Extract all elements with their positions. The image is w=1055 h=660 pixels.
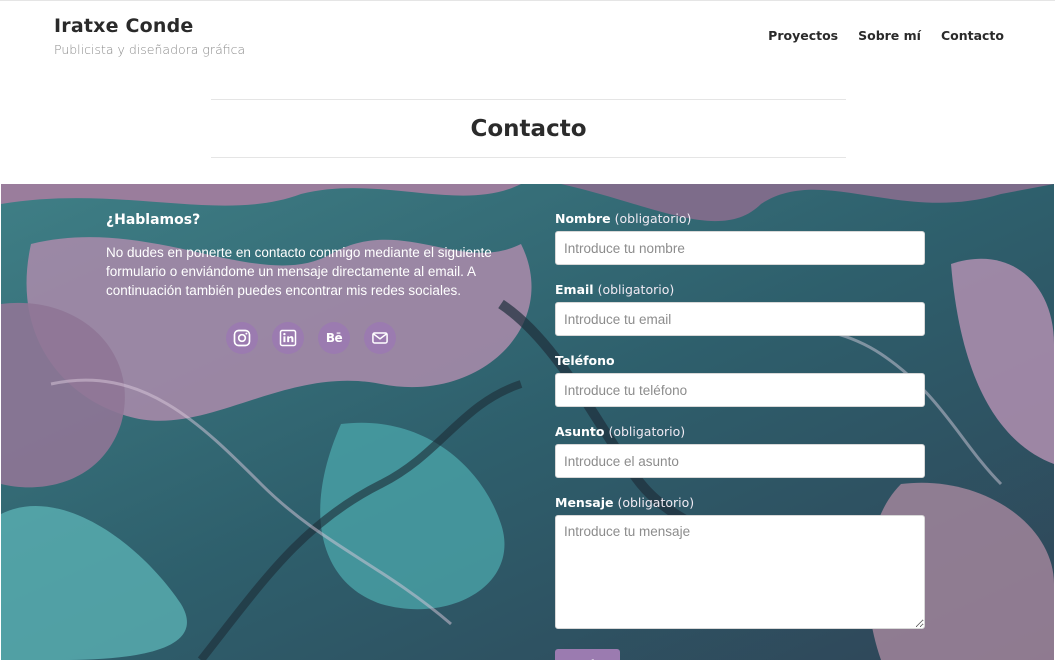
linkedin-link[interactable] xyxy=(272,322,304,354)
page-title: Contacto xyxy=(470,115,587,142)
email-label: Email xyxy=(555,282,594,297)
contact-text: No dudes en ponerte en contacto conmigo … xyxy=(106,245,492,298)
behance-icon: Bē xyxy=(325,331,343,345)
contact-intro: ¿Hablamos? No dudes en ponerte en contac… xyxy=(106,212,516,354)
brand: Iratxe Conde Publicista y diseñadora grá… xyxy=(54,15,245,57)
name-label: Nombre xyxy=(555,211,611,226)
email-input[interactable] xyxy=(555,302,925,336)
subject-label: Asunto xyxy=(555,424,605,439)
message-field-group: Mensaje (obligatorio) xyxy=(555,495,925,634)
required-note: (obligatorio) xyxy=(617,495,695,510)
site-header: Iratxe Conde Publicista y diseñadora grá… xyxy=(0,0,1055,80)
contact-form: Nombre (obligatorio) Email (obligatorio)… xyxy=(555,211,925,660)
linkedin-icon xyxy=(278,328,298,348)
phone-input[interactable] xyxy=(555,373,925,407)
site-tagline: Publicista y diseñadora gráfica xyxy=(54,42,246,57)
phone-field-group: Teléfono xyxy=(555,353,925,407)
main-nav: Proyectos Sobre mí Contacto xyxy=(768,28,1004,43)
behance-link[interactable]: Bē xyxy=(318,322,350,354)
contact-heading: ¿Hablamos? xyxy=(106,212,201,228)
subject-field-group: Asunto (obligatorio) xyxy=(555,424,925,478)
contact-section: ¿Hablamos? No dudes en ponerte en contac… xyxy=(1,184,1054,660)
message-textarea[interactable] xyxy=(555,515,925,629)
name-field-group: Nombre (obligatorio) xyxy=(555,211,925,265)
page-title-band: Contacto xyxy=(211,99,846,158)
instagram-link[interactable] xyxy=(226,322,258,354)
required-note: (obligatorio) xyxy=(614,211,692,226)
required-note: (obligatorio) xyxy=(608,424,686,439)
nav-item-contacto[interactable]: Contacto xyxy=(941,28,1004,43)
site-title[interactable]: Iratxe Conde xyxy=(54,15,245,37)
required-note: (obligatorio) xyxy=(597,282,675,297)
social-links: Bē xyxy=(226,322,516,354)
email-icon xyxy=(370,328,390,348)
message-label: Mensaje xyxy=(555,495,614,510)
subject-input[interactable] xyxy=(555,444,925,478)
submit-button[interactable]: Enviar xyxy=(555,649,620,660)
nav-item-sobre-mi[interactable]: Sobre mí xyxy=(858,28,921,43)
email-field-group: Email (obligatorio) xyxy=(555,282,925,336)
email-link[interactable] xyxy=(364,322,396,354)
instagram-icon xyxy=(232,328,252,348)
nav-item-proyectos[interactable]: Proyectos xyxy=(768,28,838,43)
phone-label: Teléfono xyxy=(555,353,615,368)
name-input[interactable] xyxy=(555,231,925,265)
